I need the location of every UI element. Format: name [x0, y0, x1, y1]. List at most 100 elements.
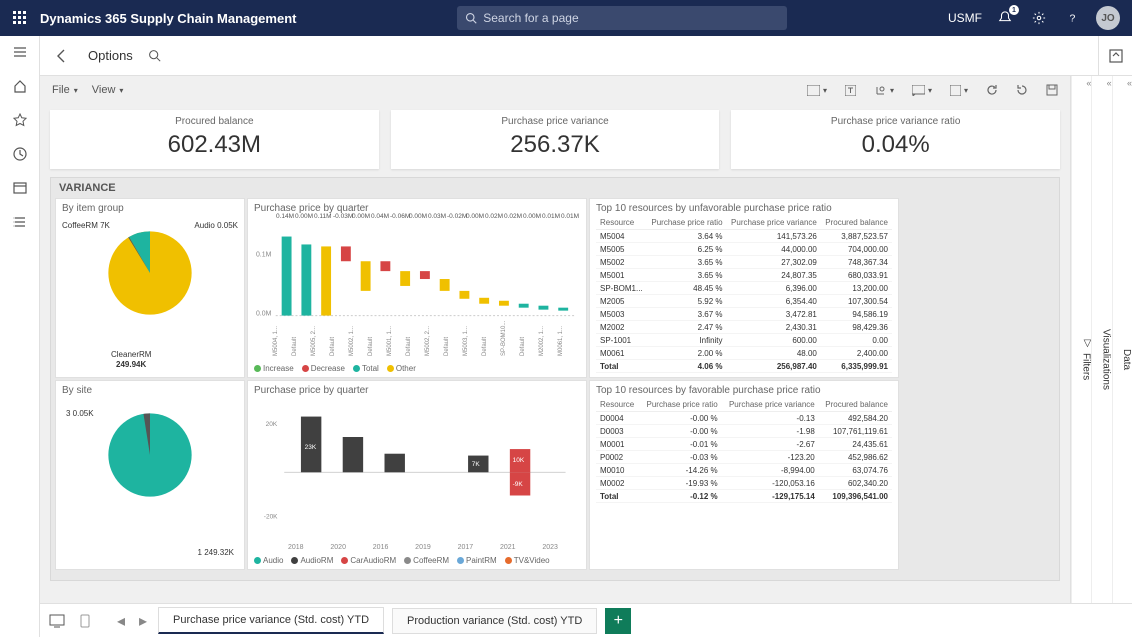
table-row[interactable]: SP-BOM1...48.45 %6,396.0013,200.00 [596, 282, 892, 295]
svg-text:-9K: -9K [513, 481, 524, 488]
tb-save-icon[interactable] [1046, 84, 1058, 96]
fav-table: ResourcePurchase price ratioPurchase pri… [596, 398, 892, 503]
svg-text:0.0M: 0.0M [256, 311, 272, 318]
side-tab-data[interactable]: « Data [1112, 76, 1132, 637]
kpi-card-ppvr[interactable]: Purchase price variance ratio 0.04% [731, 110, 1060, 169]
table-row[interactable]: M20022.47 %2,430.3198,429.36 [596, 321, 892, 334]
table-row[interactable]: M0010-14.26 %-8,994.0063,074.76 [596, 464, 892, 477]
table-row[interactable]: D0003-0.00 %-1.98107,761,119.61 [596, 425, 892, 438]
tile-by-item-group[interactable]: By item group CoffeeRM 7K Audio 0.05K Cl… [55, 198, 245, 378]
sheet-tab-prodv[interactable]: Production variance (Std. cost) YTD [392, 608, 597, 634]
side-label: Visualizations [1101, 329, 1112, 390]
file-menu[interactable]: File▾ [52, 84, 78, 96]
tile-top10-fav[interactable]: Top 10 resources by favorable purchase p… [589, 380, 899, 570]
report-canvas: File▾ View▾ ▾ ▾ ▾ ▾ Procured balance 602… [40, 76, 1070, 637]
waterfall-legend: Increase Decrease Total Other [254, 364, 416, 373]
variance-panel: VARIANCE By item group CoffeeRM 7K Audio… [50, 177, 1060, 581]
kpi-value: 256.37K [391, 131, 720, 159]
kpi-card-procured[interactable]: Procured balance 602.43M [50, 110, 379, 169]
top-nav: Dynamics 365 Supply Chain Management Sea… [0, 0, 1132, 36]
tb-text-icon[interactable] [845, 85, 856, 96]
desktop-view-icon[interactable] [48, 612, 66, 630]
notifications-icon[interactable]: 1 [994, 7, 1016, 29]
tile-bar-quarter[interactable]: Purchase price by quarter 20K -20K 23K 7… [247, 380, 587, 570]
tb-refresh-icon[interactable] [986, 84, 998, 96]
hamburger-icon[interactable] [10, 42, 30, 62]
settings-icon[interactable] [1028, 7, 1050, 29]
options-button[interactable]: Options [88, 48, 133, 63]
tile-title: Top 10 resources by unfavorable purchase… [596, 203, 892, 214]
user-avatar[interactable]: JO [1096, 6, 1120, 30]
left-rail [0, 36, 40, 637]
tb-bookmark-icon[interactable]: ▾ [950, 85, 968, 96]
variance-title: VARIANCE [51, 178, 1059, 198]
waterfall-value-labels: 0.14M0.00M0.11M-0.03M0.00M0.04M-0.06M0.0… [276, 213, 582, 220]
app-launcher-icon[interactable] [8, 6, 32, 30]
main-wrap: File▾ View▾ ▾ ▾ ▾ ▾ Procured balance 602… [40, 76, 1132, 637]
kpi-value: 0.04% [731, 131, 1060, 159]
table-row[interactable]: M50033.67 %3,472.8194,586.19 [596, 308, 892, 321]
bottom-tabs: ◂ ▸ Purchase price variance (Std. cost) … [40, 603, 1132, 637]
tile-waterfall[interactable]: Purchase price by quarter 0.1M 0.0M [247, 198, 587, 378]
tb-reset-icon[interactable] [1016, 84, 1028, 96]
nav-right: USMF 1 ? JO [948, 6, 1120, 30]
table-row[interactable]: M50043.64 %141,573.263,887,523.57 [596, 230, 892, 243]
app-title: Dynamics 365 Supply Chain Management [40, 11, 296, 26]
page-search-icon[interactable] [147, 48, 163, 64]
sub-bar: Options [40, 36, 1132, 76]
bar-legend: Audio AudioRM CarAudioRM CoffeeRM PaintR… [254, 556, 550, 565]
add-tab-button[interactable]: + [605, 608, 631, 634]
side-tab-visualizations[interactable]: « Visualizations [1091, 76, 1111, 637]
kpi-value: 602.43M [50, 131, 379, 159]
right-panels: « ▽ Filters « Visualizations « Data [1070, 76, 1132, 637]
tb-drill-icon[interactable]: ▾ [874, 85, 894, 96]
tb-insert-icon[interactable]: ▾ [807, 85, 827, 96]
sheet-tab-ppv[interactable]: Purchase price variance (Std. cost) YTD [158, 607, 384, 634]
side-label: Data [1121, 349, 1132, 370]
chevron-left-icon: « [1127, 78, 1132, 88]
donut2-l1: 3 0.05K [66, 409, 94, 418]
help-icon[interactable]: ? [1062, 7, 1084, 29]
expand-icon[interactable] [1098, 36, 1132, 75]
table-row[interactable]: M0001-0.01 %-2.6724,435.61 [596, 438, 892, 451]
global-search-input[interactable]: Search for a page [457, 6, 787, 30]
view-menu[interactable]: View▾ [92, 84, 124, 96]
file-label: File [52, 84, 70, 96]
tb-comment-icon[interactable]: ▾ [912, 85, 932, 96]
bar-chart: 20K -20K 23K 7K 10K -9K [254, 398, 580, 528]
company-code[interactable]: USMF [948, 11, 982, 25]
favorites-icon[interactable] [10, 110, 30, 130]
table-row[interactable]: D0004-0.00 %-0.13492,584.20 [596, 412, 892, 425]
tile-top10-unfav[interactable]: Top 10 resources by unfavorable purchase… [589, 198, 899, 378]
side-tab-filters[interactable]: « ▽ Filters [1071, 76, 1091, 637]
table-total-row: Total4.06 %256,987.406,335,999.91 [596, 360, 892, 373]
tab-prev-icon[interactable]: ◂ [114, 614, 128, 628]
tile-title: By item group [62, 203, 238, 214]
kpi-card-ppv[interactable]: Purchase price variance 256.37K [391, 110, 720, 169]
table-row[interactable]: M00612.00 %48.002,400.00 [596, 347, 892, 360]
table-row[interactable]: M50023.65 %27,302.09748,367.34 [596, 256, 892, 269]
table-row[interactable]: SP-1001Infinity600.000.00 [596, 334, 892, 347]
donut1-l2: Audio 0.05K [194, 221, 238, 230]
back-button[interactable] [50, 44, 74, 68]
modules-icon[interactable] [10, 212, 30, 232]
donut-chart-item-group [95, 218, 205, 328]
unfav-table: ResourcePurchase price ratioPurchase pri… [596, 216, 892, 373]
view-label: View [92, 84, 116, 96]
table-row[interactable]: M50013.65 %24,807.35680,033.91 [596, 269, 892, 282]
waterfall-x-labels: M5004, 1... Default M5005, 2... Default … [276, 353, 582, 359]
recent-icon[interactable] [10, 144, 30, 164]
table-row[interactable]: M0002-19.93 %-120,053.16602,340.20 [596, 477, 892, 490]
waterfall-chart: 0.1M 0.0M [254, 216, 580, 346]
mobile-view-icon[interactable] [76, 612, 94, 630]
workspaces-icon[interactable] [10, 178, 30, 198]
filter-icon: ▽ [1084, 338, 1092, 349]
table-row[interactable]: P0002-0.03 %-123.20452,986.62 [596, 451, 892, 464]
table-row[interactable]: M50056.25 %44,000.00704,000.00 [596, 243, 892, 256]
table-row[interactable]: M20055.92 %6,354.40107,300.54 [596, 295, 892, 308]
tile-by-site[interactable]: By site 3 0.05K 1 249.32K [55, 380, 245, 570]
donut1-l3: CleanerRM [111, 350, 151, 359]
tile-title: Purchase price by quarter [254, 385, 580, 396]
tab-next-icon[interactable]: ▸ [136, 614, 150, 628]
home-icon[interactable] [10, 76, 30, 96]
